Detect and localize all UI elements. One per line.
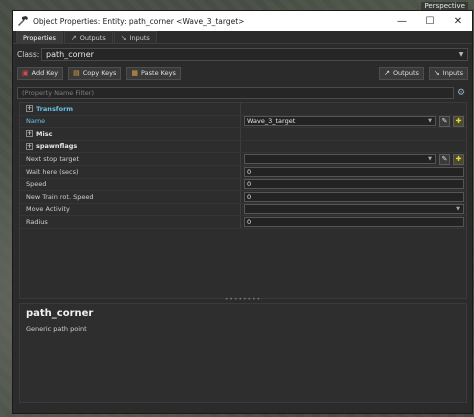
next-stop-target-field[interactable]: ▼ bbox=[244, 154, 436, 164]
radius-value: 0 bbox=[247, 217, 252, 226]
expand-icon[interactable]: + bbox=[26, 130, 33, 138]
add-key-icon: ▣ bbox=[22, 69, 29, 77]
minimize-button[interactable]: — bbox=[388, 11, 416, 31]
tab-bar: Properties ↗ Outputs ↘ Inputs bbox=[13, 31, 472, 44]
speed-field[interactable]: 0 bbox=[244, 179, 464, 190]
inputs-label: Inputs bbox=[442, 69, 463, 77]
pick-entity-button[interactable]: ✎ bbox=[439, 115, 450, 127]
chevron-down-icon[interactable]: ▼ bbox=[425, 118, 435, 124]
inputs-button[interactable]: ↘ Inputs bbox=[428, 66, 468, 80]
chevron-down-icon[interactable]: ▼ bbox=[425, 156, 435, 162]
tab-properties-label: Properties bbox=[23, 33, 56, 42]
eyedropper-icon: ✎ bbox=[441, 117, 448, 126]
splitter-handle[interactable]: •••••••• bbox=[19, 296, 467, 303]
pick-entity-button[interactable]: ✎ bbox=[439, 153, 450, 165]
name-value: Wave_3_target bbox=[247, 117, 296, 126]
group-transform-label: Transform bbox=[36, 104, 74, 113]
speed-value: 0 bbox=[247, 180, 252, 189]
object-properties-window: Object Properties: Entity: path_corner <… bbox=[12, 10, 473, 414]
description-text: Generic path point bbox=[26, 325, 87, 333]
property-filter-input[interactable]: (Property Name Filter) bbox=[17, 87, 454, 99]
output-arrow-icon: ↗ bbox=[384, 69, 390, 77]
group-transform[interactable]: + Transform bbox=[20, 103, 466, 116]
outputs-label: Outputs bbox=[392, 69, 419, 77]
maximize-button[interactable]: ☐ bbox=[416, 11, 444, 31]
filter-row: (Property Name Filter) ⚙ bbox=[13, 85, 472, 101]
move-activity-label: Move Activity bbox=[26, 205, 70, 214]
add-output-button[interactable]: ✚ bbox=[453, 153, 464, 165]
property-name-label: Name bbox=[26, 117, 46, 126]
chevron-down-icon[interactable]: ▼ bbox=[453, 206, 463, 212]
eyedropper-icon: ✎ bbox=[441, 155, 448, 163]
add-key-button[interactable]: ▣ Add Key bbox=[17, 66, 64, 80]
input-arrow-icon: ↘ bbox=[120, 33, 127, 42]
new-train-rot-speed-value: 0 bbox=[247, 192, 252, 201]
input-arrow-icon: ↘ bbox=[433, 69, 440, 77]
radius-field[interactable]: 0 bbox=[244, 216, 464, 227]
group-spawnflags[interactable]: + spawnflags bbox=[20, 140, 466, 153]
wait-here-label: Wait here (secs) bbox=[26, 167, 79, 176]
paste-keys-label: Paste Keys bbox=[141, 69, 176, 77]
property-grid: + Transform Name Wave_3_target ▼ ✎ ✚ + Mis… bbox=[19, 102, 467, 299]
property-row-radius[interactable]: Radius 0 bbox=[20, 216, 466, 229]
group-spawnflags-label: spawnflags bbox=[36, 142, 78, 151]
radius-label: Radius bbox=[26, 217, 48, 226]
paste-keys-button[interactable]: ▦ Paste Keys bbox=[126, 66, 181, 80]
outputs-button[interactable]: ↗ Outputs bbox=[379, 66, 424, 80]
window-title: Object Properties: Entity: path_corner <… bbox=[33, 16, 245, 26]
class-row: Class: path_corner ▼ bbox=[13, 46, 472, 62]
add-key-label: Add Key bbox=[31, 69, 59, 77]
expand-icon[interactable]: + bbox=[26, 105, 33, 113]
title-bar[interactable]: Object Properties: Entity: path_corner <… bbox=[13, 11, 472, 31]
expand-icon[interactable]: + bbox=[26, 142, 33, 150]
copy-icon: ▤ bbox=[73, 69, 80, 77]
new-train-rot-speed-label: New Train rot. Speed bbox=[26, 192, 94, 201]
property-row-wait-here[interactable]: Wait here (secs) 0 bbox=[20, 166, 466, 179]
next-stop-target-label: Next stop target bbox=[26, 155, 80, 163]
hammer-icon bbox=[18, 16, 28, 26]
tab-outputs[interactable]: ↗ Outputs bbox=[63, 31, 113, 43]
plus-icon: ✚ bbox=[455, 155, 462, 163]
chevron-down-icon: ▼ bbox=[458, 50, 464, 58]
gear-icon[interactable]: ⚙ bbox=[454, 88, 468, 98]
property-row-name[interactable]: Name Wave_3_target ▼ ✎ ✚ bbox=[20, 115, 466, 128]
property-row-speed[interactable]: Speed 0 bbox=[20, 178, 466, 191]
class-select[interactable]: path_corner ▼ bbox=[41, 47, 468, 61]
tab-inputs-label: Inputs bbox=[129, 33, 150, 42]
grip-icon: •••••••• bbox=[224, 296, 262, 303]
add-output-button[interactable]: ✚ bbox=[453, 115, 464, 127]
description-panel: path_corner Generic path point bbox=[19, 303, 467, 403]
output-arrow-icon: ↗ bbox=[70, 33, 77, 42]
plus-icon: ✚ bbox=[455, 117, 462, 126]
wait-here-value: 0 bbox=[247, 167, 252, 176]
property-row-new-train-rot-speed[interactable]: New Train rot. Speed 0 bbox=[20, 191, 466, 204]
tab-inputs[interactable]: ↘ Inputs bbox=[113, 31, 157, 43]
copy-keys-button[interactable]: ▤ Copy Keys bbox=[68, 66, 122, 80]
viewport-label: Perspective bbox=[421, 2, 468, 10]
tab-outputs-label: Outputs bbox=[79, 33, 106, 42]
close-button[interactable]: ✕ bbox=[444, 11, 472, 31]
new-train-rot-speed-field[interactable]: 0 bbox=[244, 191, 464, 202]
description-title: path_corner bbox=[26, 308, 94, 319]
class-label: Class: bbox=[17, 49, 40, 59]
property-row-next-stop-target[interactable]: Next stop target ▼ ✎ ✚ bbox=[20, 153, 466, 166]
class-value: path_corner bbox=[46, 49, 94, 59]
group-misc-label: Misc bbox=[36, 129, 53, 138]
paste-icon: ▦ bbox=[131, 69, 139, 77]
move-activity-select[interactable]: ▼ bbox=[244, 204, 464, 215]
tab-properties[interactable]: Properties bbox=[16, 31, 63, 43]
group-misc[interactable]: + Misc bbox=[20, 128, 466, 141]
name-field[interactable]: Wave_3_target ▼ bbox=[244, 116, 436, 127]
copy-keys-label: Copy Keys bbox=[82, 69, 117, 77]
speed-label: Speed bbox=[26, 180, 47, 189]
toolbar: ▣ Add Key ▤ Copy Keys ▦ Paste Keys ↗ Out… bbox=[13, 64, 472, 82]
wait-here-field[interactable]: 0 bbox=[244, 166, 464, 177]
property-row-move-activity[interactable]: Move Activity ▼ bbox=[20, 203, 466, 216]
